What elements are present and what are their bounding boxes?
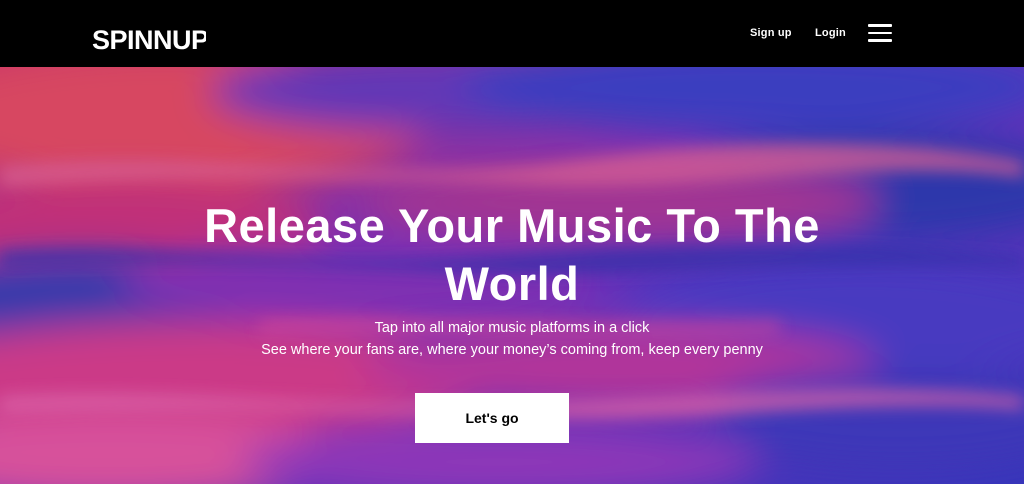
hero-subline-1: Tap into all major music platforms in a … xyxy=(374,320,650,336)
hero-subline-2: See where your fans are, where your mone… xyxy=(261,342,763,358)
hero-section: Release Your Music To The World Tap into… xyxy=(0,67,1024,484)
top-navbar: SPINNUP SPINNUP Sign up Login xyxy=(0,0,1024,67)
login-link[interactable]: Login xyxy=(815,24,846,42)
sign-up-link[interactable]: Sign up xyxy=(750,24,792,42)
hero-headline: Release Your Music To The World xyxy=(112,197,912,313)
menu-bar xyxy=(868,24,892,27)
headline-line-1: Release Your Music To The xyxy=(204,199,820,252)
menu-bar xyxy=(868,31,892,34)
headline-line-2: World xyxy=(444,257,580,310)
lets-go-button[interactable]: Let's go xyxy=(415,393,569,443)
logo-wordmark: SPINNUP SPINNUP xyxy=(92,18,206,52)
svg-text:SPINNUP: SPINNUP xyxy=(92,25,206,52)
menu-bar xyxy=(868,39,892,42)
spinnup-logo[interactable]: SPINNUP SPINNUP xyxy=(92,14,206,52)
hamburger-menu-icon[interactable] xyxy=(866,22,894,44)
